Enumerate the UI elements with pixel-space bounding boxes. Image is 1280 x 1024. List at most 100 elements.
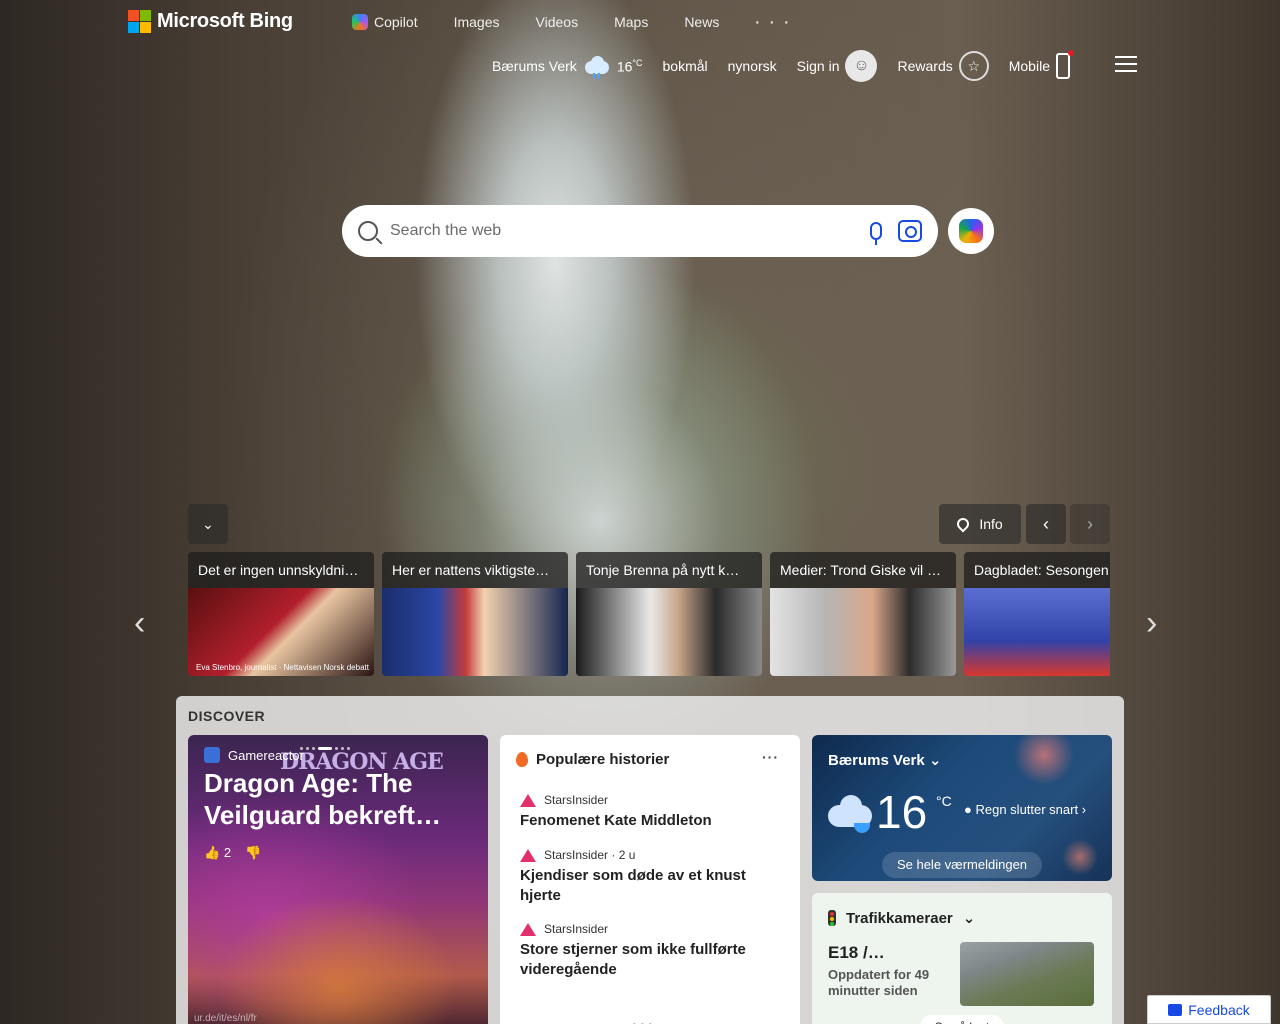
camera-image[interactable] [960, 942, 1094, 1006]
dislike-icon[interactable]: 👎 [245, 845, 261, 861]
feature-actions: 👍 2 👎 [204, 845, 261, 861]
feedback-label: Feedback [1188, 1001, 1250, 1018]
news-card-title: Dagbladet: Sesongen [974, 562, 1109, 578]
story-source: StarsInsider · 2 u [520, 848, 782, 862]
previous-image-button[interactable]: ‹ [1026, 504, 1066, 544]
news-card-image [382, 588, 568, 676]
rewards-label: Rewards [897, 58, 953, 74]
visual-search-icon[interactable] [898, 220, 922, 242]
info-label: Info [979, 516, 1003, 532]
chevron-down-icon: ⌄ [202, 515, 214, 532]
next-image-button[interactable]: › [1070, 504, 1110, 544]
like-count: 2 [223, 845, 232, 860]
feedback-icon [1168, 1003, 1183, 1016]
collapse-button[interactable]: ⌄ [188, 504, 228, 544]
gamereactor-icon [204, 747, 220, 763]
camera-updated: Oppdatert for 49 minutter siden [828, 967, 930, 998]
nav-videos[interactable]: Videos [536, 14, 579, 30]
news-card[interactable]: Dagbladet: Sesongen [964, 552, 1110, 676]
weather-condition[interactable]: ● Regn slutter snart › [964, 802, 1086, 817]
location-pin-icon [954, 515, 972, 533]
nav-maps[interactable]: Maps [614, 14, 648, 30]
weather-temp: 16 [876, 786, 928, 838]
story-item[interactable]: StarsInsider Store stjerner som ikke ful… [520, 922, 782, 980]
user-icon: ☺ [845, 50, 878, 82]
nav-news[interactable]: News [684, 14, 719, 30]
copilot-button[interactable] [948, 208, 994, 254]
logo-text: Microsoft Bing [157, 10, 293, 32]
news-card-title: Tonje Brenna på nytt k… [586, 562, 740, 578]
weather-unit: °C [936, 793, 952, 809]
story-source: StarsInsider [520, 793, 782, 807]
microphone-icon[interactable] [870, 222, 882, 245]
news-card-title: Her er nattens viktigste… [392, 562, 550, 578]
popular-stories-card: Populære historier ··· StarsInsider Feno… [500, 735, 800, 1024]
chevron-left-icon: ‹ [1043, 513, 1049, 534]
weather-location[interactable]: Bærums Verk 16°C [492, 55, 643, 79]
news-next-icon[interactable]: › [1146, 604, 1157, 643]
news-prev-icon[interactable]: ‹ [134, 604, 145, 643]
traffic-cameras-card: Trafikkameraer ⌄ E18 /… Oppdatert for 49… [812, 893, 1112, 1024]
rain-cloud-icon [583, 55, 611, 79]
nav-copilot[interactable]: Copilot [352, 14, 418, 30]
lang-bokmal[interactable]: bokmål [663, 58, 708, 74]
weather-location[interactable]: Bærums Verk ⌄ [828, 751, 941, 769]
chevron-down-icon: ⌄ [962, 910, 976, 927]
sub-nav: Bærums Verk 16°C bokmål nynorsk Sign in … [492, 50, 1090, 82]
news-card-image [770, 588, 956, 676]
nav-copilot-label: Copilot [374, 14, 418, 30]
story-source: StarsInsider [520, 922, 782, 936]
news-card[interactable]: Medier: Trond Giske vil … [770, 552, 956, 676]
phone-icon [1055, 50, 1074, 79]
weather-card[interactable]: Bærums Verk ⌄ 16 °C ● Regn slutter snart… [812, 735, 1112, 881]
sign-in-label: Sign in [796, 58, 840, 74]
news-card[interactable]: Det er ingen unnskyldning… Eva Stenbro, … [188, 552, 374, 676]
popular-heading: Populære historier [516, 751, 669, 768]
news-card-title: Medier: Trond Giske vil … [780, 562, 942, 578]
discover-heading: DISCOVER [188, 708, 266, 724]
bing-logo[interactable]: Microsoft Bing [128, 10, 293, 33]
search-input[interactable] [390, 222, 860, 240]
news-card-image [964, 588, 1110, 676]
see-map-button[interactable]: Se på kart [920, 1015, 1004, 1024]
starsinsider-icon [520, 793, 536, 807]
mobile-label: Mobile [1008, 58, 1050, 74]
feature-title: Dragon Age: The Veilguard bekreft… [204, 768, 441, 830]
featured-card[interactable]: DRAGON AGE Gamereactor Dragon Age: The V… [188, 735, 488, 1024]
chevron-right-icon: › [1081, 802, 1087, 817]
copilot-icon [959, 219, 983, 243]
slide-indicator[interactable] [300, 747, 350, 750]
news-card[interactable]: Tonje Brenna på nytt k… [576, 552, 762, 676]
news-card[interactable]: Her er nattens viktigste… [382, 552, 568, 676]
feature-source-label: Gamereactor [228, 747, 304, 763]
story-title: Store stjerner som ikke fullførte videre… [520, 941, 746, 978]
chevron-down-icon: ⌄ [928, 752, 942, 769]
full-forecast-link[interactable]: Se hele værmeldingen [882, 852, 1042, 878]
menu-icon[interactable] [1115, 56, 1137, 72]
more-options-icon[interactable]: ··· [762, 749, 779, 765]
feedback-button[interactable]: Feedback [1147, 995, 1271, 1024]
nav-images[interactable]: Images [454, 14, 500, 30]
mobile-button[interactable]: Mobile [1008, 50, 1074, 79]
temperature: 16°C [616, 57, 643, 75]
copilot-icon [352, 14, 368, 30]
story-item[interactable]: StarsInsider · 2 u Kjendiser som døde av… [520, 848, 782, 906]
news-card-image: Eva Stenbro, journalist · Nettavisen Nor… [188, 588, 374, 676]
feature-footer: ur.de/it/es/nl/fr [194, 1013, 257, 1024]
search-box [342, 205, 938, 257]
nav-more-icon[interactable]: · · · [755, 14, 792, 30]
news-card-title: Det er ingen unnskyldning… [198, 562, 374, 578]
starsinsider-icon [520, 848, 536, 862]
like-button[interactable]: 👍 2 [204, 845, 231, 861]
image-info-button[interactable]: Info [939, 504, 1021, 544]
story-item[interactable]: StarsInsider Fenomenet Kate Middleton [520, 793, 782, 831]
feature-source: Gamereactor [204, 747, 304, 763]
sign-in-button[interactable]: Sign in ☺ [797, 50, 878, 82]
trophy-icon: ☆ [958, 51, 989, 81]
starsinsider-icon [520, 922, 536, 936]
popular-heading-label: Populære historier [536, 751, 670, 768]
rewards-button[interactable]: Rewards ☆ [897, 51, 989, 81]
news-carousel: Det er ingen unnskyldning… Eva Stenbro, … [188, 552, 1110, 676]
lang-nynorsk[interactable]: nynorsk [728, 58, 777, 74]
traffic-heading[interactable]: Trafikkameraer ⌄ [828, 909, 975, 927]
